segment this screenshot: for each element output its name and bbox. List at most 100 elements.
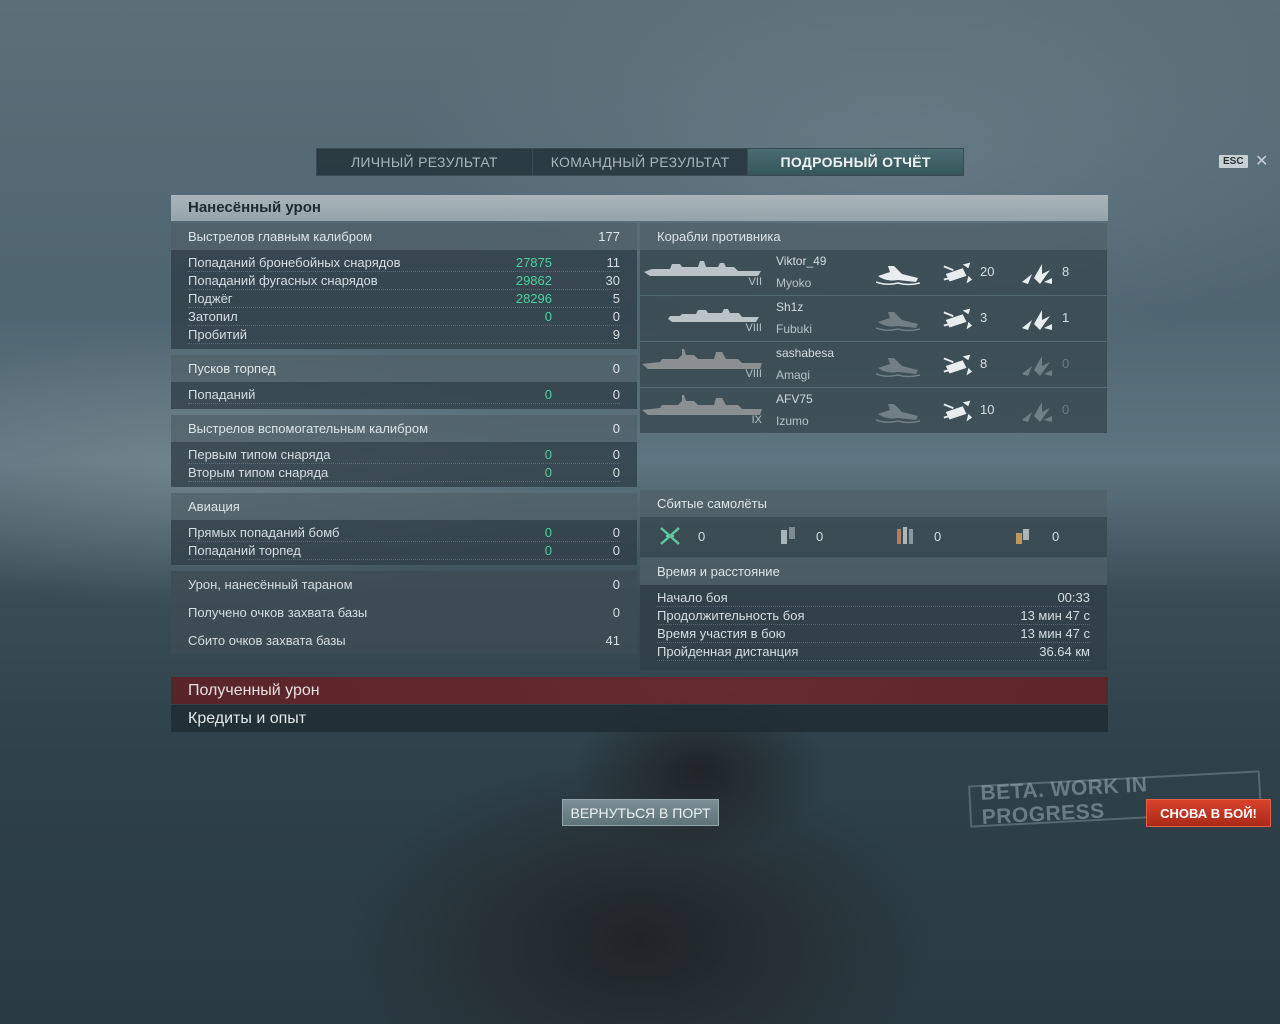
- damage-dealt-header[interactable]: Нанесённый урон: [171, 195, 1108, 221]
- section-label: Авиация: [188, 499, 240, 514]
- stat-value: 0: [612, 387, 620, 402]
- stat-label: Поджёг: [188, 291, 233, 306]
- stat-value: 11: [606, 255, 621, 270]
- ship-name: Myoko: [776, 276, 812, 290]
- torpedoes-body: Попаданий 0 0: [171, 382, 637, 409]
- hits-count: 20: [980, 264, 995, 279]
- ship-sunk-icon: [876, 404, 920, 424]
- stat-label: Прямых попаданий бомб: [188, 525, 340, 540]
- stat-row: Начало боя 00:33: [657, 589, 1090, 607]
- stat-label: Продолжительность боя: [657, 608, 805, 623]
- capture-gained-row: Получено очков захвата базы 0: [171, 599, 637, 626]
- stat-row: Первым типом снаряда 0 0: [188, 446, 620, 464]
- fires-count: 8: [1062, 264, 1070, 279]
- enemy-ship-row: VIII sashabesa Amagi 8 0: [640, 342, 1107, 387]
- stat-label: Получено очков захвата базы: [188, 605, 368, 620]
- section-label: Выстрелов главным калибром: [188, 229, 373, 244]
- stat-value: 13 мин 47 с: [1020, 626, 1090, 641]
- ship-tier: VIII: [745, 322, 762, 334]
- stat-damage: 28296: [515, 291, 552, 306]
- stat-label: Урон, нанесённый тараном: [188, 577, 353, 592]
- spotter-plane-icon: [1016, 529, 1029, 544]
- fires-count: 1: [1062, 310, 1070, 325]
- credits-xp-bar[interactable]: Кредиты и опыт: [171, 705, 1108, 732]
- stat-value: 30: [605, 273, 620, 288]
- stat-label: Попаданий бронебойных снарядов: [188, 255, 401, 270]
- ship-tier: VII: [748, 276, 762, 288]
- stat-damage: 0: [544, 525, 552, 540]
- ship-name: Fubuki: [776, 322, 813, 336]
- time-distance-body: Начало боя 00:33 Продолжительность боя 13 …: [640, 585, 1107, 670]
- received-damage-bar[interactable]: Полученный урон: [171, 677, 1108, 704]
- plane-stat: 0: [1012, 525, 1059, 547]
- enemy-ship-row: VII Viktor_49 Myoko 20 8: [640, 250, 1107, 295]
- stat-label: Попаданий торпед: [188, 543, 301, 558]
- section-label: Сбитые самолёты: [657, 496, 767, 511]
- stat-value: 5: [612, 291, 620, 306]
- plane-stat: 0: [894, 525, 941, 547]
- hits-count: 10: [980, 402, 995, 417]
- hits-icon: [943, 354, 973, 376]
- plane-count: 0: [816, 528, 824, 544]
- capture-reset-row: Сбито очков захвата базы 41: [171, 627, 637, 654]
- stat-value: 0: [612, 309, 620, 324]
- stat-label: Попаданий: [188, 387, 256, 402]
- ship-silhouette-icon: [642, 349, 762, 369]
- enemy-ship-row: IX AFV75 Izumo 10 0: [640, 388, 1107, 433]
- aviation-body: Прямых попаданий бомб 0 0 Попаданий торпед…: [171, 520, 637, 565]
- planes-body: 0 0 0 0: [640, 517, 1107, 557]
- section-label: Пусков торпед: [188, 361, 276, 376]
- player-name: Sh1z: [776, 300, 804, 314]
- plane-stat: 0: [658, 525, 705, 547]
- stat-value: 0: [612, 605, 620, 620]
- secondary-battery-header: Выстрелов вспомогательным калибром 0: [171, 415, 637, 442]
- fires-icon: [1022, 264, 1052, 284]
- stat-label: Начало боя: [657, 590, 728, 605]
- fires-icon: [1022, 310, 1052, 330]
- ship-silhouette-icon: [668, 309, 759, 322]
- stat-value: 9: [612, 327, 620, 342]
- player-name: Viktor_49: [776, 254, 827, 268]
- esc-key-hint[interactable]: ESC: [1219, 155, 1248, 168]
- hits-icon: [943, 262, 973, 284]
- ship-sunk-icon: [876, 312, 920, 332]
- stat-label: Время участия в бою: [657, 626, 786, 641]
- stat-value: 0: [612, 525, 620, 540]
- close-icon[interactable]: ✕: [1255, 151, 1268, 171]
- stat-damage: 0: [544, 465, 552, 480]
- stat-damage: 0: [544, 387, 552, 402]
- hits-icon: [943, 400, 973, 422]
- tab-detailed-report[interactable]: ПОДРОБНЫЙ ОТЧЁТ: [748, 149, 964, 175]
- tab-personal-result[interactable]: ЛИЧНЫЙ РЕЗУЛЬТАТ: [317, 149, 533, 175]
- report-tabs: ЛИЧНЫЙ РЕЗУЛЬТАТ КОМАНДНЫЙ РЕЗУЛЬТАТ ПОД…: [316, 148, 964, 176]
- battle-again-button[interactable]: СНОВА В БОЙ!: [1146, 799, 1271, 827]
- enemy-ships-header: Корабли противника: [640, 223, 1107, 250]
- return-to-port-button[interactable]: ВЕРНУТЬСЯ В ПОРТ: [562, 799, 719, 826]
- fighter-plane-icon: [660, 527, 680, 545]
- main-battery-header: Выстрелов главным калибром 177: [171, 223, 637, 250]
- stat-row: Попаданий фугасных снарядов 29862 30: [188, 272, 620, 290]
- stat-row: Поджёг 28296 5: [188, 290, 620, 308]
- stat-label: Сбито очков захвата базы: [188, 633, 346, 648]
- main-battery-body: Попаданий бронебойных снарядов 27875 11 По…: [171, 250, 637, 349]
- tab-team-result[interactable]: КОМАНДНЫЙ РЕЗУЛЬТАТ: [533, 149, 749, 175]
- section-label: Время и расстояние: [657, 564, 780, 579]
- stat-row: Время участия в бою 13 мин 47 с: [657, 625, 1090, 643]
- ram-damage-row: Урон, нанесённый тараном 0: [171, 571, 637, 598]
- stat-value: 13 мин 47 с: [1020, 608, 1090, 623]
- player-name: sashabesa: [776, 346, 835, 360]
- stat-damage: 0: [544, 309, 552, 324]
- stat-row: Пройденная дистанция 36.64 км: [657, 643, 1090, 661]
- fires-icon: [1022, 402, 1052, 422]
- enemy-ship-row: VIII Sh1z Fubuki 3 1: [640, 296, 1107, 341]
- stat-label: Затопил: [188, 309, 238, 324]
- ship-sunk-icon: [876, 358, 920, 378]
- stat-value: 41: [605, 633, 620, 648]
- stat-value: 0: [612, 447, 620, 462]
- ship-silhouette-icon: [642, 395, 762, 415]
- stat-row: Затопил 0 0: [188, 308, 620, 326]
- fires-count: 0: [1062, 356, 1070, 371]
- stat-value: 36.64 км: [1039, 644, 1090, 659]
- ship-name: Amagi: [776, 368, 811, 382]
- ship-tier: VIII: [745, 368, 762, 380]
